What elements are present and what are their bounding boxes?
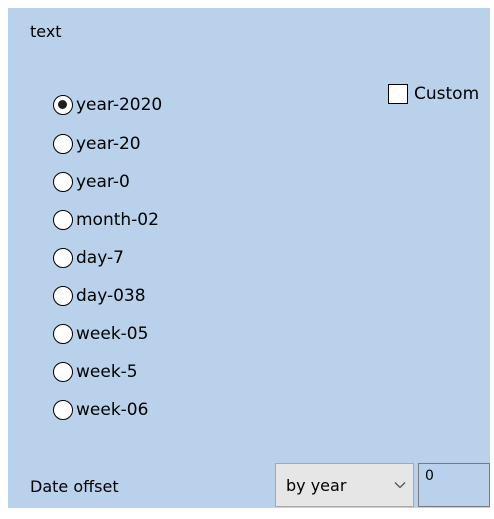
radio-label: week-06: [76, 400, 149, 420]
radio-button[interactable]: [53, 400, 73, 420]
date-offset-label: Date offset: [30, 477, 119, 496]
radio-week-06[interactable]: week-06: [53, 398, 148, 422]
custom-checkbox-row[interactable]: Custom: [388, 84, 479, 104]
radio-label: day-038: [76, 286, 146, 306]
custom-label: Custom: [414, 84, 480, 104]
radio-button[interactable]: [53, 210, 73, 230]
radio-label: month-02: [76, 210, 159, 230]
options-panel: text year-2020 year-20 year-0 month-02 d…: [8, 8, 490, 508]
radio-label: week-05: [76, 324, 149, 344]
radio-year-2020[interactable]: year-2020: [53, 93, 162, 117]
radio-day-038[interactable]: day-038: [53, 284, 146, 308]
radio-button[interactable]: [53, 95, 73, 115]
radio-button[interactable]: [53, 248, 73, 268]
radio-button[interactable]: [53, 286, 73, 306]
chevron-down-icon[interactable]: [387, 481, 413, 489]
date-offset-select[interactable]: by year: [275, 463, 414, 507]
radio-button[interactable]: [53, 172, 73, 192]
radio-label: week-5: [76, 362, 138, 382]
radio-button[interactable]: [53, 134, 73, 154]
radio-year-0[interactable]: year-0: [53, 170, 130, 194]
date-offset-select-value: by year: [286, 475, 347, 495]
panel-title: text: [30, 22, 62, 41]
radio-label: year-20: [76, 134, 141, 154]
date-offset-input-value: 0: [425, 468, 434, 484]
radio-button[interactable]: [53, 324, 73, 344]
radio-week-05[interactable]: week-05: [53, 322, 148, 346]
custom-checkbox[interactable]: [388, 84, 408, 104]
radio-year-20[interactable]: year-20: [53, 132, 141, 156]
radio-day-7[interactable]: day-7: [53, 246, 124, 270]
radio-label: year-0: [76, 172, 130, 192]
radio-week-5[interactable]: week-5: [53, 360, 138, 384]
radio-button[interactable]: [53, 362, 73, 382]
radio-month-02[interactable]: month-02: [53, 208, 159, 232]
radio-label: year-2020: [76, 95, 163, 115]
date-offset-input[interactable]: 0: [418, 463, 490, 507]
radio-label: day-7: [76, 248, 124, 268]
